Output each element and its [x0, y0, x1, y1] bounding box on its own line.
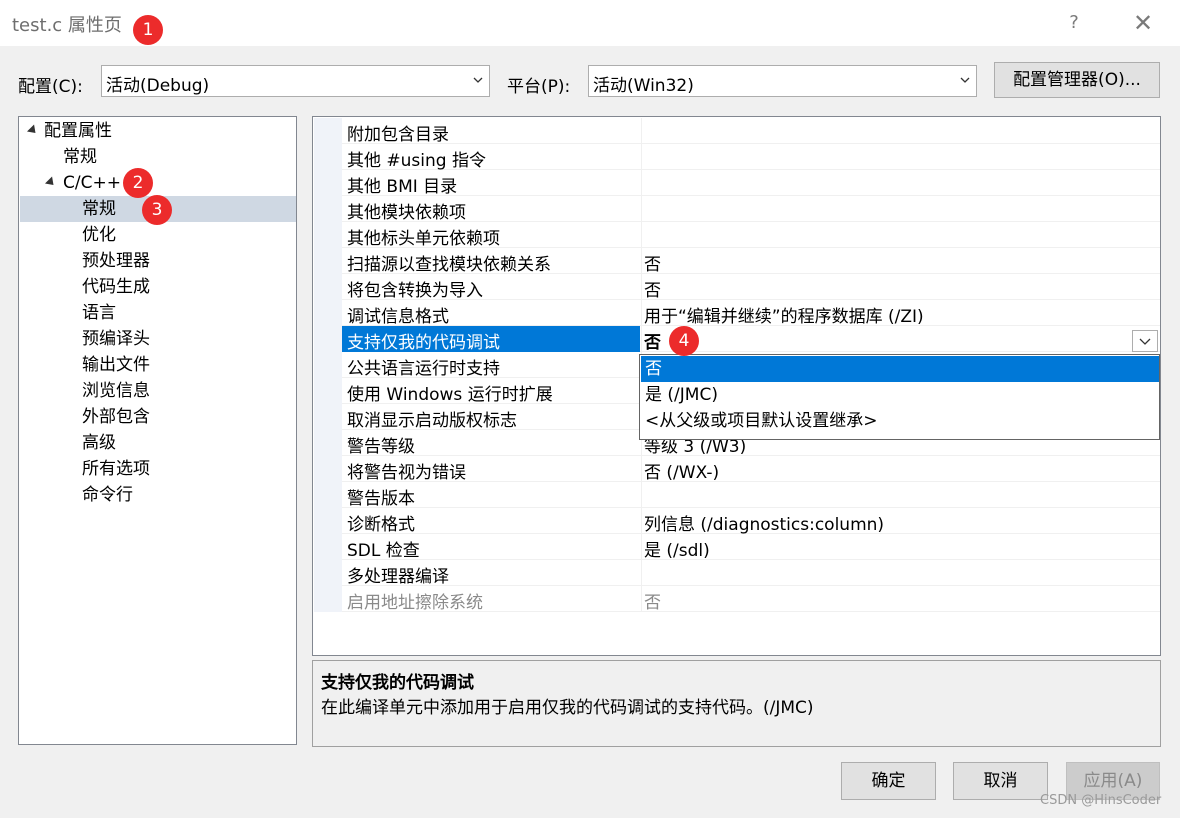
dropdown-option-jmc[interactable]: 是 (/JMC)	[641, 382, 1159, 408]
property-name: 取消显示启动版权标志	[347, 411, 517, 431]
property-row[interactable]: 将警告视为错误 否 (/WX-)	[342, 456, 1160, 483]
config-value: 活动(Debug)	[106, 76, 210, 96]
property-name: 将警告视为错误	[347, 463, 466, 483]
chevron-down-icon	[960, 77, 970, 83]
property-row[interactable]: 调试信息格式 用于“编辑并继续”的程序数据库 (/ZI)	[342, 300, 1160, 327]
property-name: 调试信息格式	[347, 307, 449, 327]
description-panel: 支持仅我的代码调试 在此编译单元中添加用于启用仅我的代码调试的支持代码。(/JM…	[312, 660, 1161, 747]
property-row[interactable]: 警告版本	[342, 482, 1160, 509]
tree-item-code-generation[interactable]: 代码生成	[82, 274, 150, 300]
property-value: 否	[644, 281, 661, 301]
value-dropdown-list: 否 是 (/JMC) <从父级或项目默认设置继承>	[639, 354, 1160, 440]
tree-item-cpp[interactable]: C/C++	[63, 170, 121, 196]
chevron-down-icon	[1139, 338, 1151, 345]
annotation-badge-1: 1	[133, 15, 163, 45]
property-name: 多处理器编译	[347, 567, 449, 587]
config-manager-button[interactable]: 配置管理器(O)...	[994, 62, 1160, 98]
watermark: CSDN @HinsCoder	[1040, 793, 1162, 808]
property-row[interactable]: 多处理器编译	[342, 560, 1160, 587]
close-button[interactable]: ✕	[1128, 8, 1158, 38]
config-label: 配置(C):	[18, 77, 83, 97]
tree-item-optimization[interactable]: 优化	[82, 222, 116, 248]
tree-item-external-includes[interactable]: 外部包含	[82, 404, 150, 430]
tree-item-preprocessor[interactable]: 预处理器	[82, 248, 150, 274]
property-name: 其他模块依赖项	[347, 203, 466, 223]
tree-item-cpp-general[interactable]: 常规	[82, 196, 116, 222]
tree-item-browse-info[interactable]: 浏览信息	[82, 378, 150, 404]
ok-button[interactable]: 确定	[841, 762, 936, 800]
description-body: 在此编译单元中添加用于启用仅我的代码调试的支持代码。(/JMC)	[321, 698, 814, 718]
help-button[interactable]: ?	[1059, 8, 1089, 38]
tree-item-command-line[interactable]: 命令行	[82, 482, 133, 508]
property-row[interactable]: 其他 BMI 目录	[342, 170, 1160, 197]
property-row[interactable]: 诊断格式 列信息 (/diagnostics:column)	[342, 508, 1160, 535]
title-bar: test.c 属性页 ? ✕	[0, 0, 1180, 46]
expanded-triangle-icon	[44, 176, 58, 189]
property-name: 支持仅我的代码调试	[347, 333, 500, 353]
tree-item-output-files[interactable]: 输出文件	[82, 352, 150, 378]
annotation-badge-2: 2	[123, 168, 153, 198]
annotation-badge-4: 4	[669, 326, 699, 356]
annotation-badge-3: 3	[142, 195, 172, 225]
property-value: 列信息 (/diagnostics:column)	[644, 515, 885, 535]
cancel-button[interactable]: 取消	[953, 762, 1048, 800]
tree-item-advanced[interactable]: 高级	[82, 430, 116, 456]
config-combo[interactable]: 活动(Debug)	[101, 65, 490, 97]
platform-value: 活动(Win32)	[593, 76, 694, 96]
property-name: 其他标头单元依赖项	[347, 229, 500, 249]
property-row[interactable]: 其他标头单元依赖项	[342, 222, 1160, 249]
grid-gutter	[314, 118, 342, 612]
property-name: 警告等级	[347, 437, 415, 457]
property-row[interactable]: SDL 检查 是 (/sdl)	[342, 534, 1160, 561]
property-name: 诊断格式	[347, 515, 415, 535]
property-name: 公共语言运行时支持	[347, 359, 500, 379]
expanded-triangle-icon	[26, 124, 40, 137]
tree-item-language[interactable]: 语言	[82, 300, 116, 326]
property-name: 其他 BMI 目录	[347, 177, 458, 197]
property-row[interactable]: 扫描源以查找模块依赖关系 否	[342, 248, 1160, 275]
property-value: 用于“编辑并继续”的程序数据库 (/ZI)	[644, 307, 924, 327]
property-value: 是 (/sdl)	[644, 541, 710, 561]
property-row[interactable]: 其他模块依赖项	[342, 196, 1160, 223]
property-value: 否	[644, 255, 661, 275]
property-row[interactable]: 附加包含目录	[342, 118, 1160, 145]
property-name: 扫描源以查找模块依赖关系	[347, 255, 551, 275]
property-row[interactable]: 其他 #using 指令	[342, 144, 1160, 171]
property-name: 启用地址擦除系统	[347, 593, 483, 613]
chevron-down-icon	[473, 77, 483, 83]
property-name: 将包含转换为导入	[347, 281, 483, 301]
platform-combo[interactable]: 活动(Win32)	[588, 65, 977, 97]
property-name: 使用 Windows 运行时扩展	[347, 385, 553, 405]
tree-item-config-properties[interactable]: 配置属性	[44, 118, 112, 144]
property-name: 附加包含目录	[347, 125, 449, 145]
tree-item-precompiled-headers[interactable]: 预编译头	[82, 326, 150, 352]
platform-label: 平台(P):	[507, 77, 571, 97]
property-name: 警告版本	[347, 489, 415, 509]
property-row-disabled: 启用地址擦除系统 否	[342, 586, 1160, 613]
tree-item-general[interactable]: 常规	[63, 144, 97, 170]
property-name: 其他 #using 指令	[347, 151, 486, 171]
tree-item-all-options[interactable]: 所有选项	[82, 456, 150, 482]
property-row[interactable]: 将包含转换为导入 否	[342, 274, 1160, 301]
dropdown-option-inherit[interactable]: <从父级或项目默认设置继承>	[641, 408, 1159, 434]
dropdown-option-no[interactable]: 否	[641, 356, 1159, 382]
property-row-selected[interactable]: 支持仅我的代码调试 否	[342, 326, 1160, 353]
property-value: 否	[644, 333, 661, 353]
description-title: 支持仅我的代码调试	[321, 673, 474, 693]
value-dropdown-button[interactable]	[1132, 330, 1158, 352]
property-value: 否	[644, 593, 661, 613]
property-name: SDL 检查	[347, 541, 420, 561]
window-title: test.c 属性页	[12, 15, 122, 36]
property-value: 否 (/WX-)	[644, 463, 720, 483]
